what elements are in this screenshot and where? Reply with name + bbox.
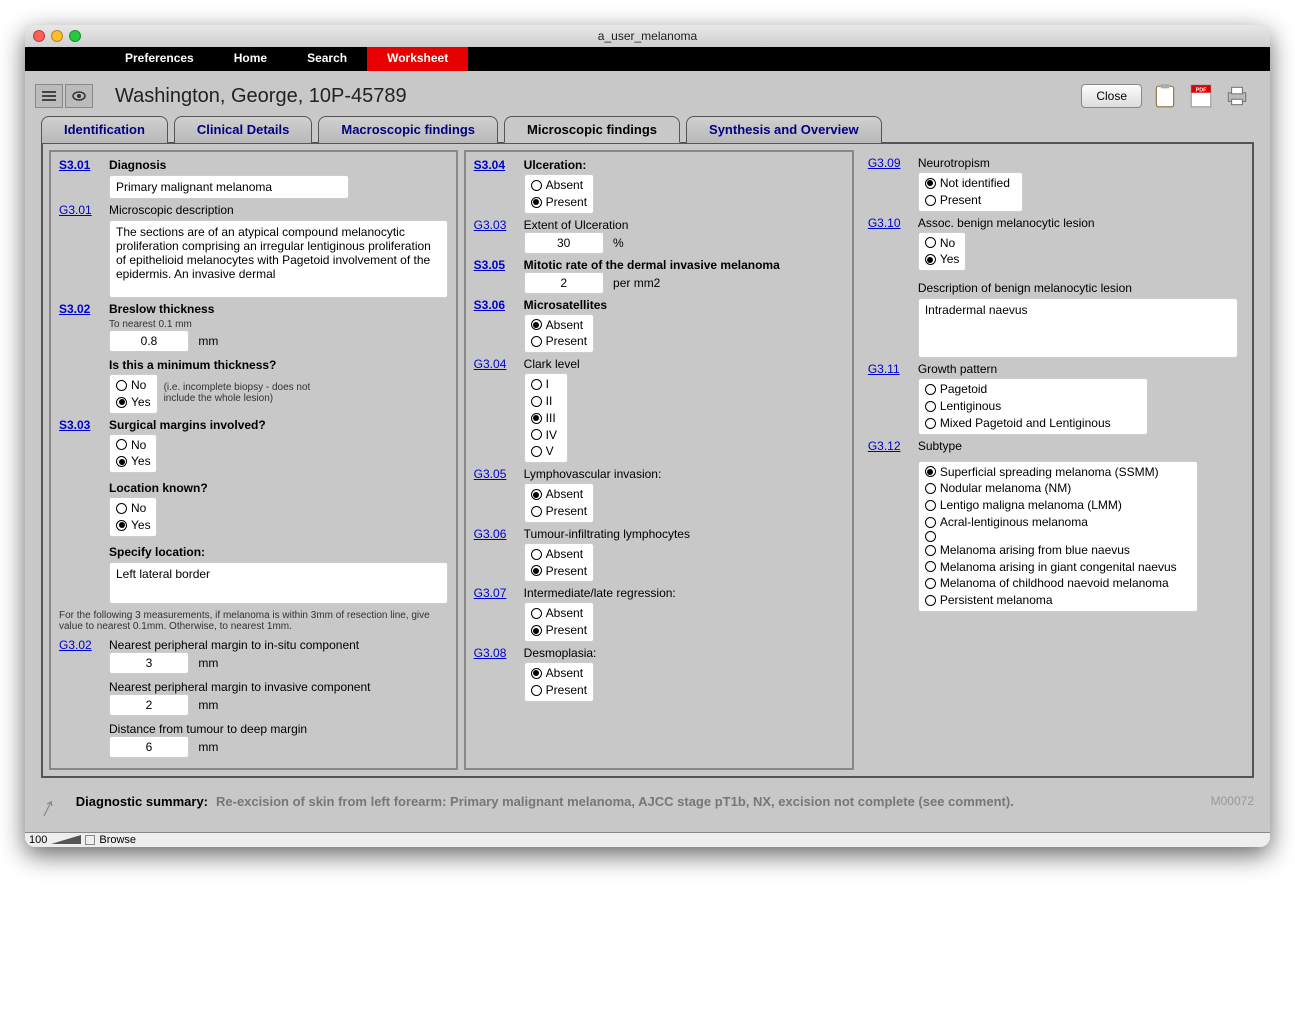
radio-desmoplasia[interactable]: Absent Present: [524, 662, 594, 702]
input-mitotic[interactable]: 2: [524, 272, 604, 294]
pdf-icon[interactable]: PDF: [1188, 83, 1214, 109]
input-benign-desc[interactable]: Intradermal naevus: [918, 298, 1238, 358]
code-g308[interactable]: G3.08: [474, 646, 524, 660]
radio-subtype[interactable]: Superficial spreading melanoma (SSMM) No…: [918, 461, 1198, 612]
status-bar: 100 Browse: [25, 832, 1270, 847]
label-min-thickness: Is this a minimum thickness?: [109, 358, 276, 372]
label-m1: Nearest peripheral margin to in-situ com…: [109, 638, 359, 652]
label-diagnosis: Diagnosis: [109, 158, 166, 172]
input-diagnosis[interactable]: Primary malignant melanoma: [109, 175, 349, 199]
label-micro-desc: Microscopic description: [109, 203, 234, 217]
code-g302[interactable]: G3.02: [59, 638, 109, 652]
panel-right: G3.09 Neurotropism Not identified Presen…: [860, 150, 1246, 770]
code-s304[interactable]: S3.04: [474, 158, 524, 172]
input-m1[interactable]: 3: [109, 652, 189, 674]
unit-breslow: mm: [198, 334, 218, 348]
code-g303[interactable]: G3.03: [474, 218, 524, 232]
panel-middle: S3.04 Ulceration: Absent Present G3.03 E…: [464, 150, 854, 770]
workspace: S3.01 Diagnosis Primary malignant melano…: [41, 142, 1254, 778]
tab-microscopic[interactable]: Microscopic findings: [504, 116, 680, 143]
radio-growth[interactable]: Pagetoid Lentiginous Mixed Pagetoid and …: [918, 378, 1148, 434]
tab-identification[interactable]: Identification: [41, 116, 168, 143]
code-s306[interactable]: S3.06: [474, 298, 524, 312]
clipboard-icon[interactable]: [1152, 83, 1178, 109]
tab-macroscopic[interactable]: Macroscopic findings: [318, 116, 498, 143]
patient-title: Washington, George, 10P-45789: [105, 85, 1081, 108]
menu-worksheet[interactable]: Worksheet: [367, 47, 468, 71]
summary-code: M00072: [1211, 794, 1254, 808]
summary-bar: Diagnostic summary: Re-excision of skin …: [25, 788, 1270, 832]
hint-min-thickness: (i.e. incomplete biopsy - does not inclu…: [164, 382, 324, 404]
header: Washington, George, 10P-45789 Close PDF: [25, 71, 1270, 115]
input-breslow[interactable]: 0.8: [109, 330, 189, 352]
tab-synthesis[interactable]: Synthesis and Overview: [686, 116, 882, 143]
radio-microsat[interactable]: Absent Present: [524, 314, 594, 354]
radio-regression[interactable]: Absent Present: [524, 602, 594, 642]
label-loc-known: Location known?: [109, 481, 208, 495]
hint-breslow: To nearest 0.1 mm: [109, 319, 192, 330]
menu-home[interactable]: Home: [214, 47, 287, 71]
input-ulcer-extent[interactable]: 30: [524, 232, 604, 254]
window-title: a_user_melanoma: [25, 29, 1270, 43]
code-g312[interactable]: G3.12: [868, 439, 918, 453]
radio-ulceration[interactable]: Absent Present: [524, 174, 594, 214]
code-g306[interactable]: G3.06: [474, 527, 524, 541]
label-m3: Distance from tumour to deep margin: [109, 722, 307, 736]
label-specify-loc: Specify location:: [109, 545, 205, 559]
status-zoom[interactable]: 100: [29, 834, 47, 846]
summary-icon: [41, 794, 61, 822]
code-g301[interactable]: G3.01: [59, 203, 109, 217]
view-list-icon[interactable]: [35, 84, 63, 108]
code-g305[interactable]: G3.05: [474, 467, 524, 481]
radio-margins[interactable]: No Yes: [109, 434, 157, 474]
radio-benign[interactable]: No Yes: [918, 232, 966, 272]
code-g310[interactable]: G3.10: [868, 216, 918, 230]
label-margins: Surgical margins involved?: [109, 418, 266, 432]
input-m2[interactable]: 2: [109, 694, 189, 716]
panel-left: S3.01 Diagnosis Primary malignant melano…: [49, 150, 458, 770]
titlebar: a_user_melanoma: [25, 25, 1270, 47]
menubar: Preferences Home Search Worksheet: [25, 47, 1270, 71]
code-g311[interactable]: G3.11: [868, 362, 918, 376]
code-g304[interactable]: G3.04: [474, 357, 524, 371]
label-m2: Nearest peripheral margin to invasive co…: [109, 680, 370, 694]
tab-clinical-details[interactable]: Clinical Details: [174, 116, 312, 143]
radio-min-thickness[interactable]: No Yes: [109, 374, 158, 414]
input-m3[interactable]: 6: [109, 736, 189, 758]
layout-icon[interactable]: [85, 835, 95, 845]
radio-loc-known[interactable]: No Yes: [109, 497, 157, 537]
menu-search[interactable]: Search: [287, 47, 367, 71]
zoom-slider-icon[interactable]: [51, 835, 81, 845]
tab-bar: Identification Clinical Details Macrosco…: [25, 115, 1270, 142]
menu-preferences[interactable]: Preferences: [105, 47, 214, 71]
input-specify-loc[interactable]: Left lateral border: [109, 562, 448, 604]
status-mode: Browse: [99, 834, 136, 846]
code-g307[interactable]: G3.07: [474, 586, 524, 600]
label-breslow: Breslow thickness: [109, 302, 214, 316]
radio-til[interactable]: Absent Present: [524, 543, 594, 583]
app-window: a_user_melanoma Preferences Home Search …: [25, 25, 1270, 847]
code-s302[interactable]: S3.02: [59, 302, 109, 316]
note-measurements: For the following 3 measurements, if mel…: [59, 610, 448, 632]
summary-text: Re-excision of skin from left forearm: P…: [216, 794, 1211, 809]
code-s305[interactable]: S3.05: [474, 258, 524, 272]
view-detail-icon[interactable]: [65, 84, 93, 108]
svg-text:PDF: PDF: [1196, 88, 1208, 94]
printer-icon[interactable]: [1224, 83, 1250, 109]
input-micro-desc[interactable]: The sections are of an atypical compound…: [109, 220, 448, 298]
radio-clark[interactable]: I II III IV V: [524, 373, 568, 463]
code-s303[interactable]: S3.03: [59, 418, 109, 432]
summary-label: Diagnostic summary:: [61, 794, 216, 809]
code-s301[interactable]: S3.01: [59, 158, 109, 172]
radio-neuro[interactable]: Not identified Present: [918, 172, 1023, 212]
radio-lvi[interactable]: Absent Present: [524, 483, 594, 523]
close-button[interactable]: Close: [1081, 84, 1142, 108]
code-g309[interactable]: G3.09: [868, 156, 918, 170]
